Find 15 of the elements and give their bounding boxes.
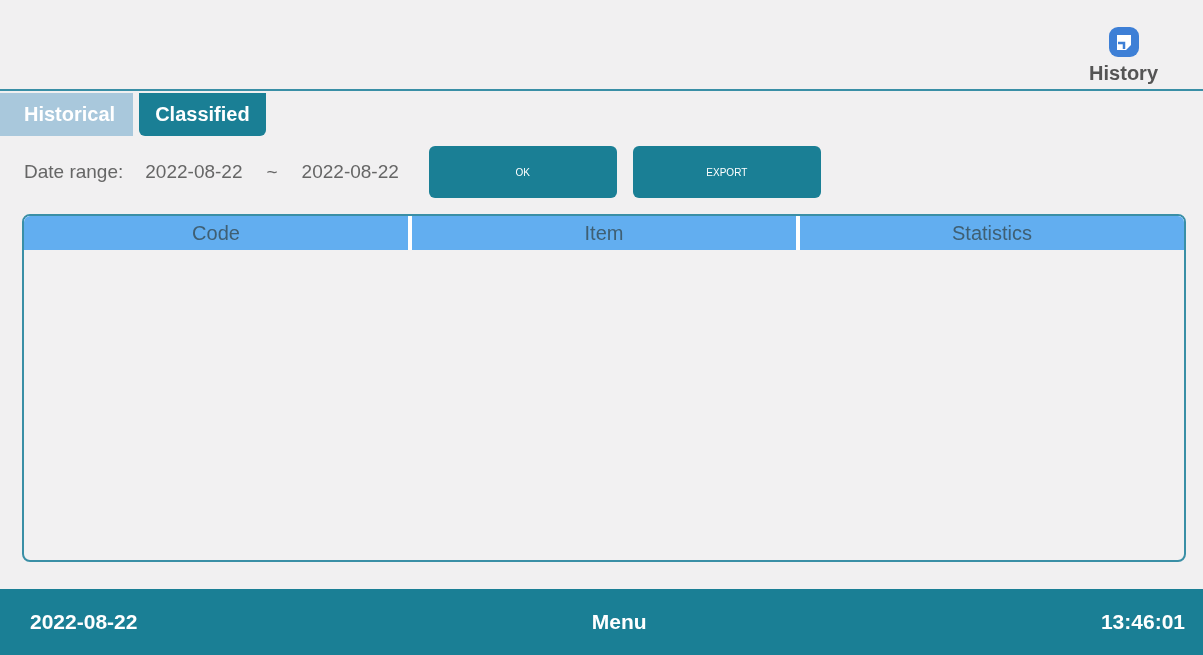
column-header: Code <box>24 216 408 250</box>
note-icon <box>1107 26 1140 58</box>
range-separator: ~ <box>266 161 278 183</box>
end-date-field[interactable]: 2022-08-22 <box>301 161 399 183</box>
export-button[interactable]: EXPORT <box>632 146 821 198</box>
column-header: Item <box>412 216 796 250</box>
ok-button[interactable]: OK <box>428 146 617 198</box>
history-button[interactable]: History <box>1089 26 1158 89</box>
tab[interactable]: Classified <box>139 93 266 136</box>
date-range-label: Date range: <box>24 161 124 183</box>
column-header: Statistics <box>800 216 1184 250</box>
menu-button[interactable]: Menu <box>591 610 647 634</box>
status-time: 13:46:01 <box>1100 610 1185 634</box>
status-date: 2022-08-22 <box>30 610 138 634</box>
start-date-field[interactable]: 2022-08-22 <box>145 161 243 183</box>
